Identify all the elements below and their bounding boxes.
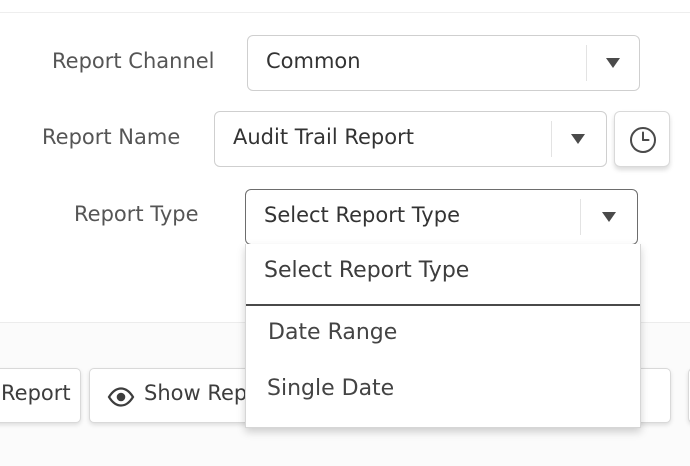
chevron-down-icon[interactable]	[602, 212, 616, 222]
clock-icon	[630, 127, 656, 153]
report-channel-label: Report Channel	[52, 49, 215, 73]
top-divider	[0, 12, 690, 13]
select-separator	[586, 45, 587, 81]
report-button[interactable]: Report	[0, 368, 81, 423]
report-type-dropdown: Select Report Type Date Range Single Dat…	[245, 244, 641, 428]
report-type-label: Report Type	[74, 202, 199, 226]
report-type-value: Select Report Type	[264, 203, 460, 227]
report-type-select[interactable]: Select Report Type	[245, 189, 638, 245]
report-button-label: Report	[1, 381, 71, 405]
select-separator	[580, 199, 581, 235]
report-form-screen: Report Channel Common Report Name Audit …	[0, 0, 690, 466]
dropdown-option-placeholder[interactable]: Select Report Type	[264, 258, 640, 283]
report-channel-value: Common	[266, 49, 361, 73]
report-name-label: Report Name	[42, 125, 181, 149]
dropdown-divider	[246, 304, 640, 306]
report-name-value: Audit Trail Report	[233, 125, 414, 149]
chevron-down-icon[interactable]	[571, 134, 585, 144]
report-name-select[interactable]: Audit Trail Report	[214, 111, 607, 167]
report-channel-select[interactable]: Common	[247, 35, 640, 91]
eye-icon	[107, 387, 135, 407]
dropdown-option-single-date[interactable]: Single Date	[267, 376, 640, 401]
select-separator	[551, 121, 552, 157]
dropdown-option-date-range[interactable]: Date Range	[268, 320, 640, 345]
chevron-down-icon[interactable]	[606, 58, 620, 68]
schedule-button[interactable]	[614, 111, 670, 167]
